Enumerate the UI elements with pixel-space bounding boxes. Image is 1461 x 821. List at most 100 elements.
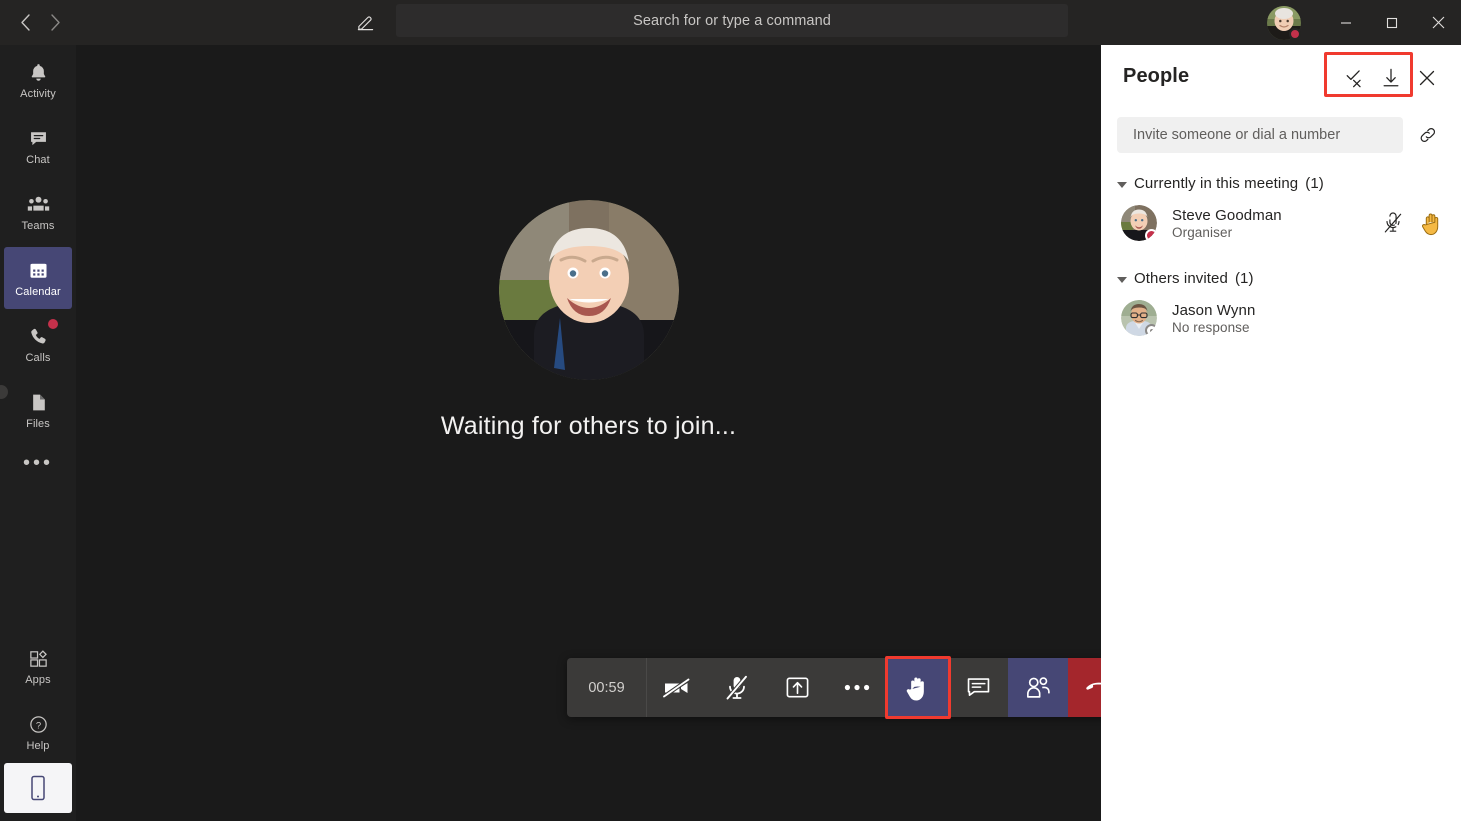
participant-name: Jason Wynn <box>1172 301 1256 319</box>
list-item[interactable]: Steve Goodman Organiser <box>1101 198 1461 248</box>
close-button[interactable] <box>1415 0 1461 45</box>
svg-text:?: ? <box>35 721 40 732</box>
copy-join-link-button[interactable] <box>1411 118 1445 152</box>
stage-content: Waiting for others to join... <box>76 200 1101 441</box>
mic-off-icon <box>725 675 749 701</box>
nav-buttons <box>0 0 80 45</box>
list-item[interactable]: Jason Wynn No response <box>1101 293 1461 343</box>
maximize-button[interactable] <box>1369 0 1415 45</box>
search-placeholder: Search for or type a command <box>633 12 831 29</box>
calendar-icon <box>28 259 49 283</box>
page-title: People <box>1123 64 1190 87</box>
chevron-down-icon <box>1117 276 1127 283</box>
waiting-message: Waiting for others to join... <box>440 412 737 440</box>
chevron-down-icon <box>1117 181 1127 188</box>
camera-off-icon <box>662 676 692 700</box>
more-apps-button[interactable]: ••• <box>4 443 72 483</box>
sidebar-item-label: Teams <box>21 219 55 232</box>
participant-avatar-large <box>498 200 679 380</box>
participant-role: Organiser <box>1172 224 1233 240</box>
sidebar-item-chat[interactable]: Chat <box>4 115 72 177</box>
status-badge <box>1145 324 1157 336</box>
section-label: Currently in this meeting <box>1134 175 1299 192</box>
sidebar-item-files[interactable]: Files <box>4 379 72 441</box>
people-panel: People Invite someone or dial a number C… <box>1101 45 1461 821</box>
section-header-in-meeting[interactable]: Currently in this meeting (1) <box>1101 175 1461 192</box>
sidebar-item-label: Activity <box>20 87 56 100</box>
participant-info: Jason Wynn No response <box>1172 302 1255 335</box>
invite-placeholder: Invite someone or dial a number <box>1133 127 1341 143</box>
sidebar-item-apps[interactable]: Apps <box>4 635 72 697</box>
camera-off-button[interactable] <box>647 658 707 717</box>
sidebar-item-label: Apps <box>25 673 51 686</box>
sidebar-item-activity[interactable]: Activity <box>4 49 72 111</box>
sidebar-item-label: Calendar <box>15 285 61 298</box>
download-icon <box>1381 67 1401 89</box>
meeting-control-bar: 00:59 <box>567 656 1130 719</box>
mobile-device-icon <box>28 775 48 801</box>
invite-input[interactable]: Invite someone or dial a number <box>1117 117 1403 153</box>
panel-header: People <box>1101 45 1461 107</box>
raised-hand-icon <box>1421 211 1443 236</box>
meeting-timer: 00:59 <box>567 658 647 717</box>
mobile-device-button[interactable] <box>4 763 72 813</box>
check-x-icon <box>1344 67 1366 89</box>
search-input[interactable]: Search for or type a command <box>396 4 1068 37</box>
raise-hand-button[interactable] <box>887 658 948 717</box>
phone-icon <box>28 325 49 349</box>
close-panel-button[interactable] <box>1409 63 1445 93</box>
back-button[interactable] <box>12 10 38 36</box>
mic-muted-icon[interactable] <box>1383 212 1403 234</box>
chat-icon <box>28 127 49 151</box>
sidebar-item-label: Calls <box>25 351 51 364</box>
title-bar: Search for or type a command <box>0 0 1461 45</box>
compose-icon[interactable] <box>350 7 380 37</box>
more-options-button[interactable] <box>827 658 887 717</box>
sidebar-item-calls[interactable]: Calls <box>4 313 72 375</box>
close-icon <box>1419 70 1435 86</box>
sidebar-item-calendar[interactable]: Calendar <box>4 247 72 309</box>
sidebar-item-help[interactable]: ? Help <box>4 701 72 763</box>
file-icon <box>28 391 49 415</box>
section-label: Others invited <box>1134 270 1228 287</box>
calls-notification-badge <box>48 319 58 329</box>
section-count: (1) <box>1305 175 1324 192</box>
forward-button[interactable] <box>42 10 68 36</box>
chain-link-icon <box>1417 124 1439 146</box>
participant-icons <box>1383 211 1443 236</box>
meeting-stage: Waiting for others to join... 00:59 <box>76 45 1130 821</box>
help-icon: ? <box>28 713 49 737</box>
status-badge <box>1145 229 1157 241</box>
status-badge-busy <box>1289 27 1301 40</box>
sidebar-item-label: Files <box>26 417 50 430</box>
people-button[interactable] <box>1008 658 1068 717</box>
user-avatar[interactable] <box>1267 5 1301 40</box>
section-header-others-invited[interactable]: Others invited (1) <box>1101 270 1461 287</box>
sidebar-item-label: Help <box>26 739 50 752</box>
apps-icon <box>28 647 49 671</box>
minimize-button[interactable] <box>1323 0 1369 45</box>
people-icon <box>1025 676 1051 700</box>
mic-off-button[interactable] <box>707 658 767 717</box>
avatar <box>1121 300 1157 336</box>
section-count: (1) <box>1234 270 1254 287</box>
avatar <box>1121 205 1157 241</box>
ellipsis-icon <box>844 684 870 691</box>
window-controls-group <box>1267 0 1461 45</box>
admit-deny-all-button[interactable] <box>1337 63 1373 93</box>
sidebar-item-label: Chat <box>26 153 50 166</box>
teams-window: Search for or type a command Activity Ch… <box>0 0 1461 821</box>
teams-icon <box>27 193 50 217</box>
participant-role: No response <box>1172 319 1250 335</box>
download-attendance-button[interactable] <box>1373 63 1409 93</box>
chat-bubble-icon <box>966 676 991 699</box>
invite-row: Invite someone or dial a number <box>1101 117 1461 153</box>
participant-info: Steve Goodman Organiser <box>1172 207 1282 240</box>
participant-name: Steve Goodman <box>1172 206 1282 224</box>
sidebar-item-teams[interactable]: Teams <box>4 181 72 243</box>
share-screen-button[interactable] <box>767 658 827 717</box>
left-navigation-rail: Activity Chat Teams Calendar Calls Files… <box>0 45 76 821</box>
ellipsis-icon: ••• <box>22 452 53 474</box>
share-screen-icon <box>785 675 810 700</box>
chat-button[interactable] <box>948 658 1008 717</box>
